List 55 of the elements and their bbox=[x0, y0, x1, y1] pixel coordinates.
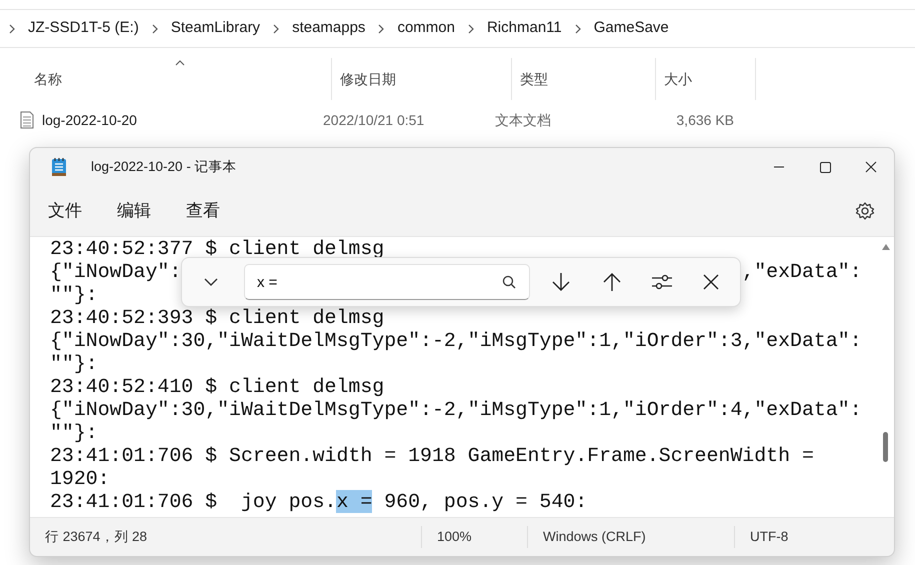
breadcrumb-item[interactable]: GameSave bbox=[594, 17, 669, 40]
arrow-down-icon[interactable] bbox=[550, 271, 572, 293]
breadcrumb-item[interactable]: SteamLibrary bbox=[170, 17, 260, 40]
text-line: {"iNowDay": bbox=[50, 260, 182, 283]
column-header[interactable]: 类型 bbox=[512, 58, 656, 100]
search-field[interactable]: x = bbox=[244, 264, 530, 300]
column-header[interactable]: 修改日期 bbox=[332, 58, 512, 100]
scroll-up-icon[interactable] bbox=[881, 243, 891, 251]
status-text: 100% bbox=[422, 526, 528, 548]
text-line: 23:40:52:393 $ client delmsg bbox=[50, 306, 384, 329]
breadcrumb-item[interactable]: steamapps bbox=[292, 17, 366, 40]
menu-item[interactable]: 查看 bbox=[176, 194, 230, 228]
window-title: log-2022-10-20 - 记事本 bbox=[91, 158, 237, 176]
search-match: x = bbox=[336, 490, 372, 513]
notepad-icon bbox=[51, 157, 67, 177]
file-modified: 2022/10/21 0:51 bbox=[322, 110, 426, 130]
text-line: ""}: bbox=[50, 352, 98, 375]
status-text: 行 23674，列 28 bbox=[30, 526, 422, 548]
chevron-right-icon[interactable] bbox=[8, 24, 16, 34]
close-icon[interactable] bbox=[703, 274, 719, 290]
status-text: Windows (CRLF) bbox=[528, 526, 735, 548]
arrow-up-icon[interactable] bbox=[601, 271, 623, 293]
file-name[interactable]: log-2022-10-20 bbox=[42, 110, 137, 130]
status-text: UTF-8 bbox=[749, 528, 790, 546]
text-line: 23:40:52:410 $ client delmsg bbox=[50, 375, 384, 398]
menu-item[interactable]: 编辑 bbox=[107, 194, 161, 228]
text-line: {"iNowDay":30,"iWaitDelMsgType":-2,"iMsgType":1,"iOrder":3,"exData": bbox=[50, 329, 862, 352]
file-size: 3,636 KB bbox=[675, 110, 734, 130]
text-line: 960, pos.y = 540: bbox=[383, 490, 588, 513]
menu-item[interactable]: 文件 bbox=[38, 194, 92, 228]
column-header[interactable]: 名称 bbox=[26, 58, 332, 100]
text-line: ""}: bbox=[50, 283, 98, 306]
chevron-right-icon[interactable] bbox=[150, 24, 159, 34]
scrollbar-thumb[interactable] bbox=[883, 432, 888, 462]
breadcrumb-item[interactable]: JZ-SSD1T-5 (E:) bbox=[28, 17, 139, 40]
chevron-down-icon[interactable] bbox=[204, 277, 218, 287]
column-header[interactable]: 大小 bbox=[656, 58, 756, 100]
text-line: {"iNowDay":30,"iWaitDelMsgType":-2,"iMsgType":1,"iOrder":4,"exData": bbox=[50, 398, 862, 421]
file-type: 文本文档 bbox=[494, 110, 552, 130]
chevron-right-icon[interactable] bbox=[574, 24, 582, 34]
search-icon[interactable] bbox=[502, 275, 516, 289]
text-line: 23:41:01:706 $ Screen.width = 1918 GameEntry.Frame.ScreenWidth = bbox=[50, 444, 814, 467]
chevron-right-icon[interactable] bbox=[377, 24, 386, 34]
sliders-icon[interactable] bbox=[651, 272, 673, 292]
text-line: 1920: bbox=[50, 467, 110, 490]
text-file-icon bbox=[20, 111, 34, 129]
settings-icon[interactable] bbox=[855, 201, 875, 221]
breadcrumb-item[interactable]: common bbox=[397, 17, 455, 40]
breadcrumb-item[interactable]: Richman11 bbox=[486, 17, 562, 40]
text-line: ,"exData": bbox=[742, 260, 862, 283]
chevron-right-icon[interactable] bbox=[272, 24, 280, 34]
text-line: 23:41:01:706 $ joy pos. bbox=[50, 490, 336, 513]
chevron-right-icon[interactable] bbox=[466, 24, 475, 34]
text-line: 23:40:52:377 $ client delmsg bbox=[50, 237, 384, 260]
text-line: ""}: bbox=[50, 421, 98, 444]
